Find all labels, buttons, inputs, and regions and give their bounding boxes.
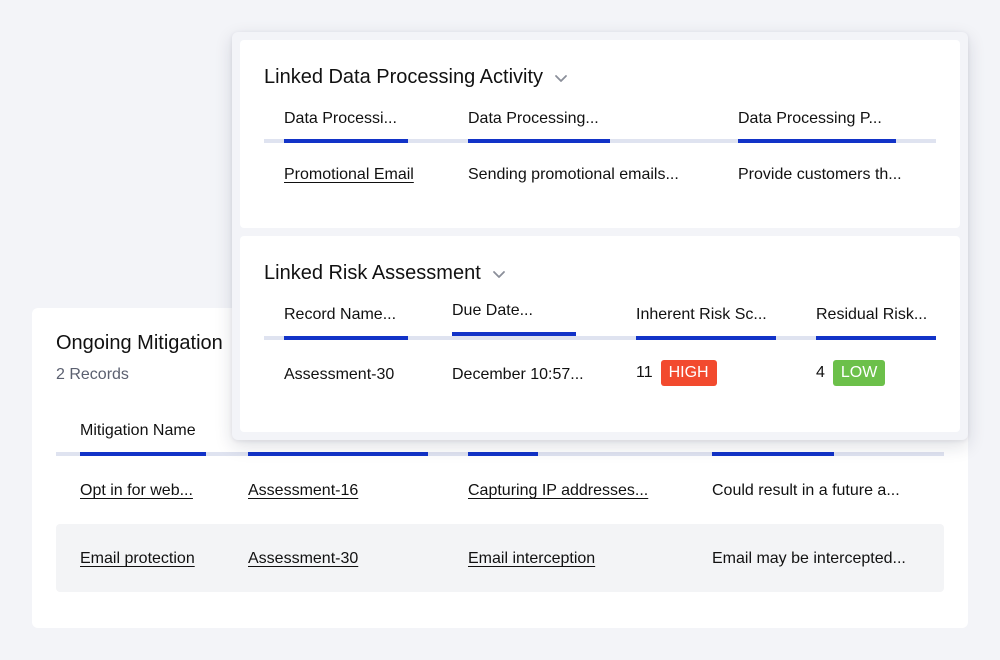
- column-underline: [284, 336, 408, 340]
- risk-link[interactable]: Capturing IP addresses...: [468, 482, 648, 500]
- inherent-risk-score: 11 HIGH: [636, 360, 717, 386]
- chevron-down-icon[interactable]: [491, 266, 507, 282]
- column-header-mitigation-name[interactable]: Mitigation Name: [80, 422, 196, 440]
- processing-title-text: Linked Data Processing Activity: [264, 66, 544, 88]
- column-header-activity-purpose[interactable]: Data Processing P...: [738, 110, 882, 128]
- risk-link[interactable]: Email interception: [468, 550, 595, 568]
- activity-description: Sending promotional emails...: [468, 166, 679, 183]
- column-underline: [468, 139, 610, 143]
- mitigation-name-link[interactable]: Email protection: [80, 550, 195, 568]
- column-header-record-name[interactable]: Record Name...: [284, 306, 396, 324]
- column-header-due-date[interactable]: Due Date...: [452, 302, 533, 320]
- column-header-residual-risk[interactable]: Residual Risk...: [816, 306, 927, 324]
- table-row[interactable]: Opt in for web... Assessment-16 Capturin…: [56, 456, 944, 524]
- assessment-link[interactable]: Assessment-30: [248, 550, 358, 568]
- column-underline: [284, 139, 408, 143]
- mitigation-record-count: 2 Records: [56, 366, 129, 383]
- column-header-activity-name[interactable]: Data Processi...: [284, 110, 397, 128]
- table-row[interactable]: Email protection Assessment-30 Email int…: [56, 524, 944, 592]
- panel-title-risk[interactable]: Linked Risk Assessment: [264, 262, 507, 285]
- impact-text: Could result in a future a...: [712, 482, 900, 499]
- column-underline: [738, 139, 896, 143]
- risk-level-badge-low: LOW: [832, 360, 886, 386]
- linked-records-popover: Linked Data Processing Activity Data Pro…: [232, 32, 968, 440]
- residual-risk-score: 4 LOW: [816, 360, 886, 386]
- assessment-link[interactable]: Assessment-16: [248, 482, 358, 500]
- column-underline: [636, 336, 776, 340]
- record-name: Assessment-30: [284, 366, 395, 383]
- column-underline: [816, 336, 936, 340]
- linked-risk-assessment-panel: Linked Risk Assessment Record Name... Du…: [240, 236, 960, 432]
- mitigation-title: Ongoing Mitigation: [56, 332, 223, 354]
- panel-title-processing[interactable]: Linked Data Processing Activity: [264, 66, 569, 89]
- residual-score-value: 4: [816, 364, 825, 381]
- column-underline: [452, 332, 576, 336]
- activity-name-link[interactable]: Promotional Email: [284, 166, 414, 184]
- risk-title-text: Linked Risk Assessment: [264, 262, 481, 284]
- inherent-score-value: 11: [636, 364, 653, 381]
- mitigation-name-link[interactable]: Opt in for web...: [80, 482, 193, 500]
- column-header-inherent-risk[interactable]: Inherent Risk Sc...: [636, 306, 767, 324]
- activity-purpose: Provide customers th...: [738, 166, 902, 183]
- impact-text: Email may be intercepted...: [712, 550, 906, 567]
- chevron-down-icon[interactable]: [553, 70, 569, 86]
- linked-data-processing-panel: Linked Data Processing Activity Data Pro…: [240, 40, 960, 228]
- column-header-activity-description[interactable]: Data Processing...: [468, 110, 599, 128]
- due-date: December 10:57...: [452, 366, 584, 383]
- risk-level-badge-high: HIGH: [660, 360, 717, 386]
